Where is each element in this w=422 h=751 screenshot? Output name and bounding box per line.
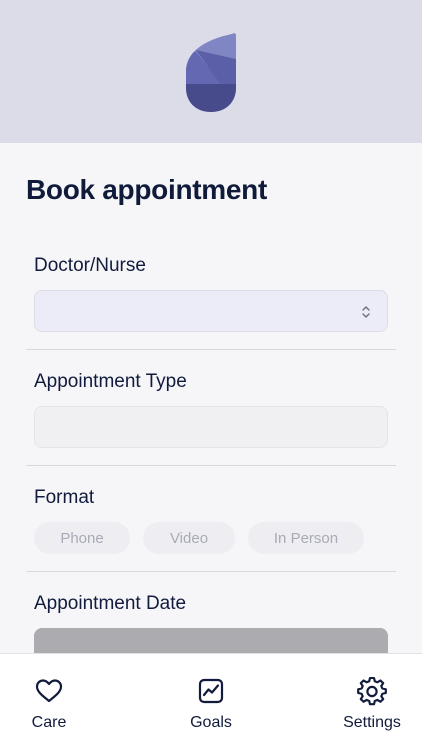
- appointment-type-label: Appointment Type: [34, 371, 187, 392]
- divider: [26, 465, 396, 466]
- page-title: Book appointment: [26, 174, 267, 205]
- appointment-type-field[interactable]: [34, 406, 388, 448]
- chart-icon: [198, 678, 224, 704]
- tab-settings-label: Settings: [343, 714, 401, 731]
- appointment-date-label: Appointment Date: [34, 593, 187, 614]
- divider: [26, 349, 396, 350]
- header-banner: [0, 0, 422, 143]
- chevron-up-down-icon: [362, 306, 370, 318]
- format-option-phone[interactable]: Phone: [34, 522, 130, 554]
- heart-icon: [35, 679, 63, 703]
- appointment-date-picker[interactable]: [34, 628, 388, 653]
- tab-settings[interactable]: Settings: [340, 676, 404, 732]
- tab-care-label: Care: [31, 714, 67, 731]
- tab-care[interactable]: Care: [26, 676, 72, 732]
- tab-goals[interactable]: Goals: [186, 676, 236, 732]
- app-logo-icon: [186, 33, 236, 112]
- divider: [26, 571, 396, 572]
- tab-bar: Care Goals Settings: [0, 653, 422, 751]
- tab-goals-label: Goals: [190, 714, 232, 731]
- doctor-select[interactable]: [34, 290, 388, 332]
- format-label: Format: [34, 487, 95, 508]
- doctor-label: Doctor/Nurse: [34, 255, 146, 276]
- format-option-in-person[interactable]: In Person: [248, 522, 364, 554]
- gear-icon: [357, 676, 387, 706]
- format-option-video[interactable]: Video: [143, 522, 235, 554]
- booking-form: Book appointment Doctor/Nurse Appointmen…: [0, 143, 422, 653]
